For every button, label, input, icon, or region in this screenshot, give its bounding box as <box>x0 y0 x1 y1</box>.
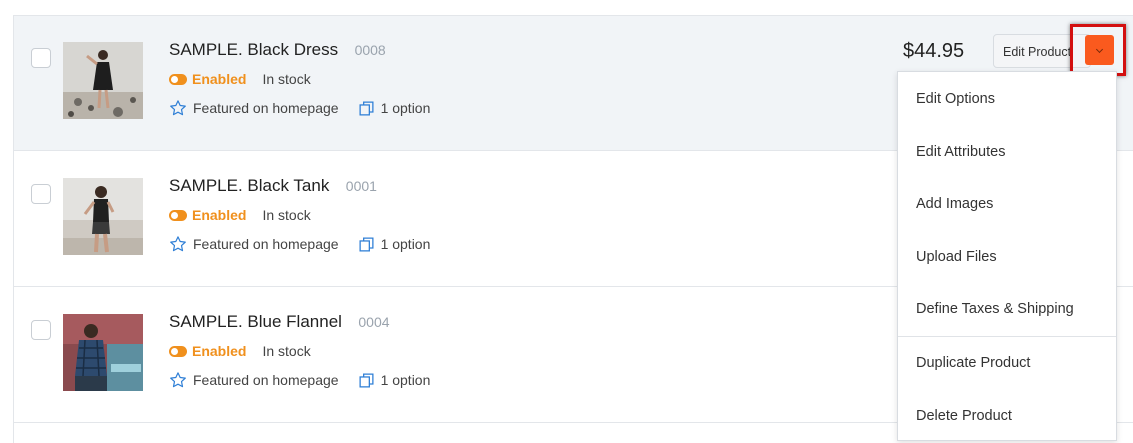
product-sku: 0004 <box>358 314 390 330</box>
menu-item-delete-product[interactable]: Delete Product <box>916 408 1012 424</box>
status-line: Enabled In stock <box>169 71 311 87</box>
menu-item-edit-attributes[interactable]: Edit Attributes <box>916 144 1005 160</box>
copy-icon <box>359 372 374 388</box>
stock-status: In stock <box>262 71 311 87</box>
product-price: $44.95 <box>903 40 965 62</box>
chevron-down-icon[interactable] <box>1085 35 1114 65</box>
options-link[interactable]: 1 option <box>358 372 431 389</box>
menu-divider <box>898 336 1116 337</box>
meta-line: Featured on homepage 1 option <box>169 99 430 117</box>
star-outline-icon[interactable] <box>169 371 187 389</box>
menu-item-edit-options[interactable]: Edit Options <box>916 91 995 107</box>
toggle-icon[interactable] <box>169 345 187 357</box>
product-thumbnail[interactable] <box>63 42 143 119</box>
stock-status: In stock <box>262 207 311 223</box>
featured-label: Featured on homepage <box>193 372 339 388</box>
product-title-line: SAMPLE. Black Tank 0001 <box>169 176 377 196</box>
menu-item-define-taxes-shipping[interactable]: Define Taxes & Shipping <box>916 301 1074 317</box>
menu-item-add-images[interactable]: Add Images <box>916 196 993 212</box>
meta-line: Featured on homepage 1 option <box>169 371 430 389</box>
row-checkbox[interactable] <box>31 184 51 204</box>
options-link[interactable]: 1 option <box>358 236 431 253</box>
star-outline-icon[interactable] <box>169 99 187 117</box>
options-count: 1 option <box>380 236 431 252</box>
product-title-line: SAMPLE. Black Dress 0008 <box>169 40 386 60</box>
product-title[interactable]: SAMPLE. Black Tank <box>169 176 329 195</box>
status-line: Enabled In stock <box>169 207 311 223</box>
row-checkbox[interactable] <box>31 48 51 68</box>
meta-line: Featured on homepage 1 option <box>169 235 430 253</box>
product-title-line: SAMPLE. Blue Flannel 0004 <box>169 312 390 332</box>
product-sku: 0001 <box>345 178 377 194</box>
options-count: 1 option <box>380 100 431 116</box>
status-enabled[interactable]: Enabled <box>192 207 246 223</box>
star-outline-icon[interactable] <box>169 235 187 253</box>
toggle-icon[interactable] <box>169 209 187 221</box>
options-link[interactable]: 1 option <box>358 100 431 117</box>
row-checkbox[interactable] <box>31 320 51 340</box>
copy-icon <box>359 236 374 252</box>
toggle-icon[interactable] <box>169 73 187 85</box>
status-enabled[interactable]: Enabled <box>192 71 246 87</box>
stock-status: In stock <box>262 343 311 359</box>
status-enabled[interactable]: Enabled <box>192 343 246 359</box>
product-sku: 0008 <box>354 42 386 58</box>
product-thumbnail[interactable] <box>63 178 143 255</box>
product-thumbnail[interactable] <box>63 314 143 391</box>
product-title[interactable]: SAMPLE. Black Dress <box>169 40 338 59</box>
menu-item-upload-files[interactable]: Upload Files <box>916 249 997 265</box>
product-actions-menu: Edit Options Edit Attributes Add Images … <box>897 71 1117 441</box>
status-line: Enabled In stock <box>169 343 311 359</box>
featured-label: Featured on homepage <box>193 100 339 116</box>
featured-label: Featured on homepage <box>193 236 339 252</box>
options-count: 1 option <box>380 372 431 388</box>
product-title[interactable]: SAMPLE. Blue Flannel <box>169 312 342 331</box>
menu-item-duplicate-product[interactable]: Duplicate Product <box>916 355 1030 371</box>
copy-icon <box>359 100 374 116</box>
